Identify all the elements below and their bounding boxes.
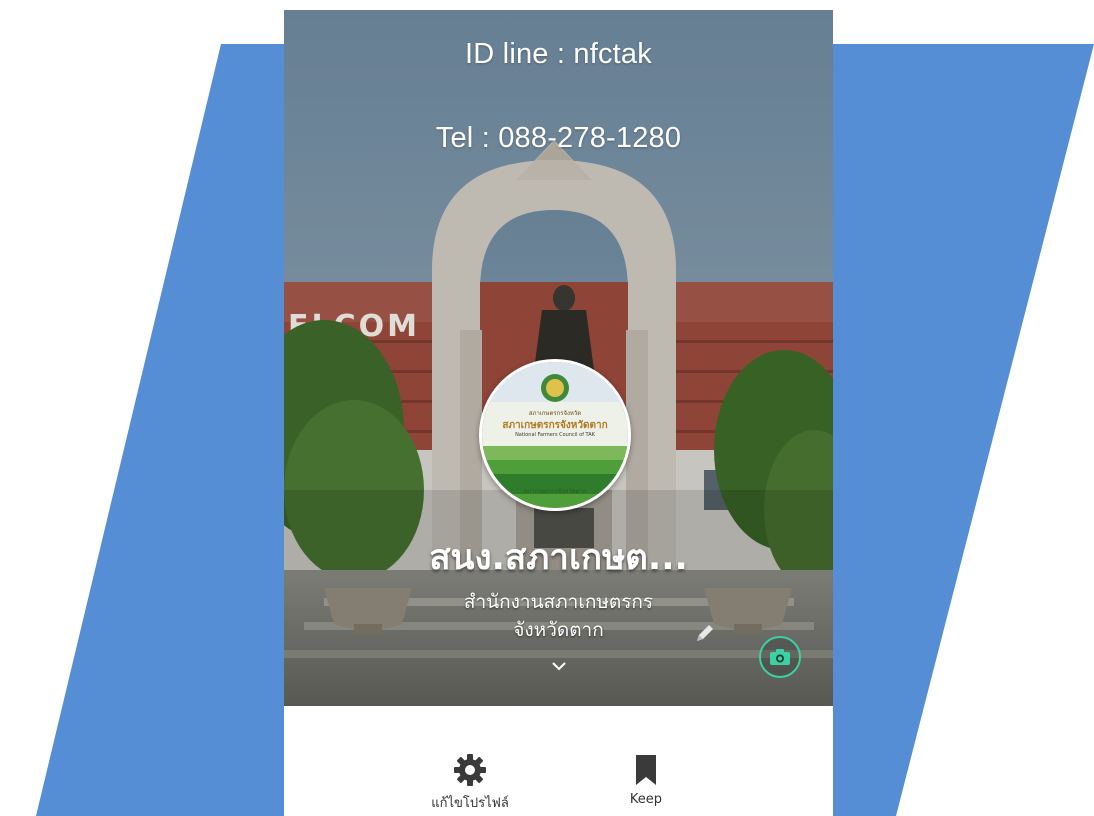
pencil-icon[interactable]	[694, 622, 716, 644]
status-message-line-2: จังหวัดตาก	[513, 619, 604, 641]
id-line-text: ID line : nfctak	[465, 38, 652, 70]
cover-photo[interactable]: ELCOM TO TA	[284, 10, 833, 706]
edit-profile-label: แก้ไขโปรไฟล์	[431, 796, 509, 811]
camera-button[interactable]	[759, 636, 801, 678]
telephone-text: Tel : 088-278-1280	[435, 122, 682, 154]
gear-icon	[454, 754, 486, 786]
avatar-logo-text-1: สภาเกษตรกรจังหวัด	[528, 410, 582, 417]
avatar-logo-text-4: สภาเกษตรกรจังหวัดตาก	[523, 488, 587, 495]
chevron-down-icon[interactable]	[550, 660, 568, 672]
profile-name: สนง.สภาเกษต...	[429, 538, 688, 578]
avatar[interactable]: สภาเกษตรกรจังหวัด สภาเกษตรกรจังหวัดตาก N…	[479, 359, 631, 511]
decorative-stripe-left	[36, 44, 300, 816]
keep-button[interactable]: Keep	[586, 752, 706, 807]
avatar-logo-text-3: National Farmers Council of TAK	[515, 432, 595, 438]
edit-profile-button[interactable]: แก้ไขโปรไฟล์	[410, 752, 530, 813]
line-profile-screen: ELCOM TO TA	[284, 10, 833, 816]
profile-action-bar: แก้ไขโปรไฟล์ Keep	[284, 706, 833, 816]
status-message-line-1: สำนักงานสภาเกษตรกร	[463, 591, 654, 613]
status-message: สำนักงานสภาเกษตรกร จังหวัดตาก	[284, 588, 833, 644]
keep-label: Keep	[629, 792, 663, 807]
decorative-stripe-right	[830, 44, 1094, 816]
avatar-logo-text-2: สภาเกษตรกรจังหวัดตาก	[502, 420, 608, 431]
camera-icon	[770, 649, 790, 665]
bookmark-icon	[636, 755, 656, 785]
